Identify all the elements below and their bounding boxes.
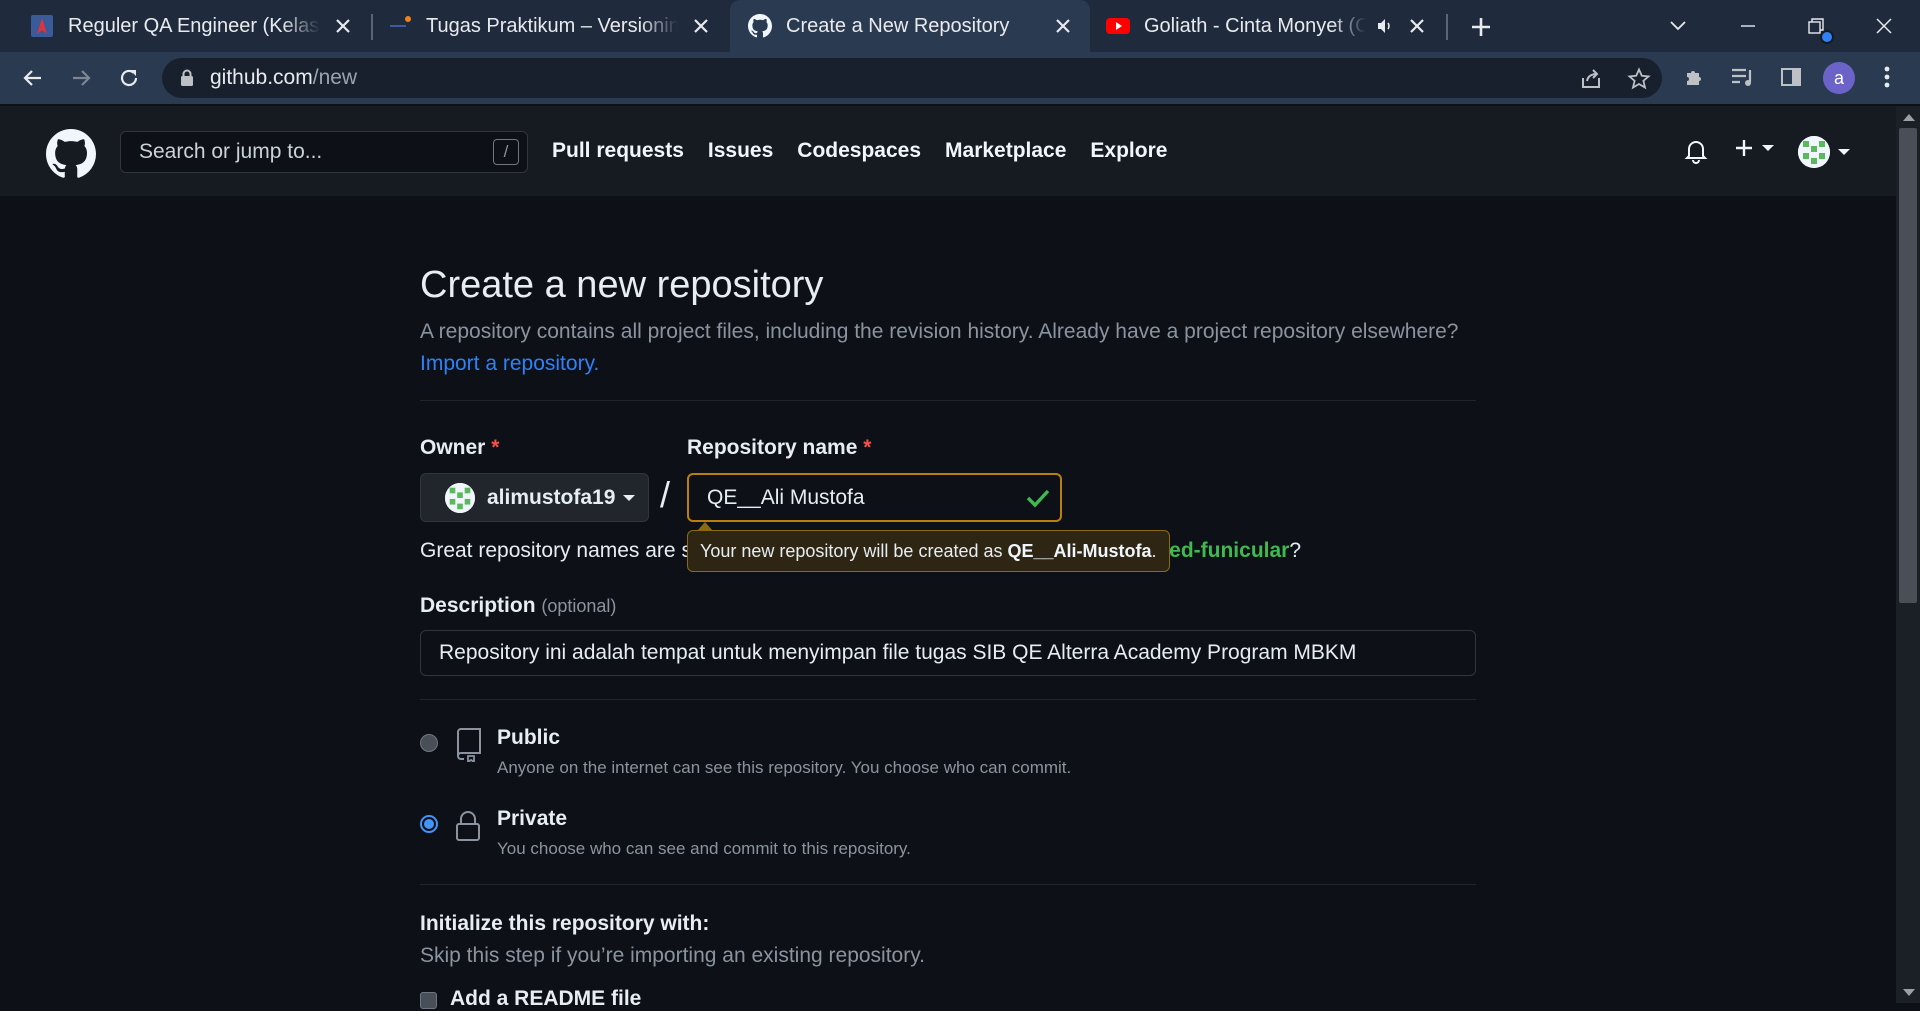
add-readme-checkbox[interactable] bbox=[420, 992, 437, 1009]
scroll-up-arrow-icon[interactable] bbox=[1902, 112, 1916, 122]
repo-book-icon bbox=[454, 728, 486, 762]
initialize-subtitle: Skip this step if you’re importing an ex… bbox=[420, 944, 926, 967]
divider bbox=[420, 400, 1476, 401]
close-tab-icon[interactable] bbox=[1404, 13, 1430, 39]
nav-codespaces[interactable]: Codespaces bbox=[797, 139, 921, 163]
youtube-icon bbox=[1106, 14, 1130, 38]
github-main-nav: Pull requests Issues Codespaces Marketpl… bbox=[552, 106, 1167, 196]
divider bbox=[420, 699, 1476, 700]
notifications-bell-icon[interactable] bbox=[1684, 138, 1708, 164]
share-icon[interactable] bbox=[1578, 66, 1604, 92]
public-description: Anyone on the internet can see this repo… bbox=[497, 758, 1072, 777]
document-dot-icon bbox=[388, 14, 412, 38]
scroll-down-arrow-icon[interactable] bbox=[1902, 988, 1916, 998]
reload-icon[interactable] bbox=[112, 61, 146, 95]
description-input[interactable]: Repository ini adalah tempat untuk menyi… bbox=[420, 630, 1476, 676]
close-tab-icon[interactable] bbox=[688, 13, 714, 39]
tab-title: Create a New Repository bbox=[786, 14, 1010, 37]
minimize-icon[interactable] bbox=[1730, 8, 1766, 44]
extensions-puzzle-icon[interactable] bbox=[1680, 62, 1710, 92]
owner-label: Owner * bbox=[420, 436, 500, 459]
tab-title: Goliath - Cinta Monyet (Offic bbox=[1144, 14, 1366, 37]
nav-marketplace[interactable]: Marketplace bbox=[945, 139, 1066, 163]
search-placeholder: Search or jump to... bbox=[139, 140, 323, 163]
close-window-icon[interactable] bbox=[1866, 8, 1902, 44]
divider bbox=[420, 884, 1476, 885]
new-tab-plus-icon[interactable] bbox=[1466, 12, 1496, 42]
browser-tab-active[interactable]: Create a New Repository bbox=[730, 0, 1090, 52]
create-new-plus-icon[interactable] bbox=[1734, 138, 1774, 158]
campus-icon bbox=[30, 14, 54, 38]
owner-repo-separator: / bbox=[660, 474, 671, 515]
forward-arrow-icon[interactable] bbox=[64, 61, 98, 95]
address-bar[interactable]: github.com/new bbox=[162, 58, 1662, 98]
nav-issues[interactable]: Issues bbox=[708, 139, 773, 163]
initialize-heading: Initialize this repository with: bbox=[420, 912, 710, 935]
tab-separator bbox=[1446, 14, 1448, 40]
tab-separator bbox=[371, 14, 373, 40]
repository-name-label: Repository name * bbox=[687, 436, 872, 459]
page-subtitle: A repository contains all project files,… bbox=[420, 320, 1459, 375]
github-search-input[interactable]: Search or jump to... / bbox=[120, 131, 528, 173]
owner-dropdown[interactable]: alimustofa19 bbox=[420, 473, 649, 522]
nav-explore[interactable]: Explore bbox=[1090, 139, 1167, 163]
browser-tab-4[interactable]: Goliath - Cinta Monyet (Offic bbox=[1092, 0, 1444, 52]
lock-icon bbox=[454, 810, 486, 844]
user-avatar bbox=[1798, 136, 1830, 168]
search-shortcut-key: / bbox=[493, 139, 519, 165]
description-value: Repository ini adalah tempat untuk menyi… bbox=[439, 641, 1357, 664]
github-icon bbox=[748, 14, 772, 38]
browser-tab-1[interactable]: Reguler QA Engineer (Kelas A, B, C bbox=[0, 0, 370, 52]
github-logo-icon[interactable] bbox=[46, 129, 96, 179]
close-tab-icon[interactable] bbox=[330, 13, 356, 39]
browser-tab-2[interactable]: Tugas Praktikum – Versioning Co bbox=[374, 0, 728, 52]
browser-menu-icon[interactable] bbox=[1872, 62, 1902, 92]
private-label[interactable]: Private bbox=[497, 807, 567, 831]
browser-profile-avatar[interactable]: a bbox=[1823, 62, 1855, 94]
checkmark-icon bbox=[1026, 487, 1050, 509]
public-radio[interactable] bbox=[420, 734, 438, 752]
speaker-icon[interactable] bbox=[1372, 13, 1398, 39]
caret-down-icon bbox=[623, 494, 636, 501]
scrollbar-thumb[interactable] bbox=[1899, 128, 1917, 603]
repository-name-tooltip: Your new repository will be created as Q… bbox=[687, 530, 1170, 572]
owner-value: alimustofa19 bbox=[487, 485, 616, 509]
bookmark-star-icon[interactable] bbox=[1626, 66, 1652, 92]
tab-title: Reguler QA Engineer (Kelas A, B, C bbox=[68, 14, 320, 37]
media-queue-icon[interactable] bbox=[1728, 62, 1758, 92]
tab-search-chevron-icon[interactable] bbox=[1660, 8, 1696, 44]
private-radio[interactable] bbox=[420, 815, 438, 833]
back-arrow-icon[interactable] bbox=[16, 61, 50, 95]
nav-pull-requests[interactable]: Pull requests bbox=[552, 139, 684, 163]
repository-name-value: QE__Ali Mustofa bbox=[707, 485, 865, 509]
side-panel-icon[interactable] bbox=[1776, 62, 1806, 92]
close-tab-icon[interactable] bbox=[1050, 13, 1076, 39]
public-label[interactable]: Public bbox=[497, 726, 560, 750]
lock-icon[interactable] bbox=[180, 69, 194, 87]
description-label: Description (optional) bbox=[420, 594, 617, 617]
url-text: github.com/new bbox=[210, 66, 358, 89]
private-description: You choose who can see and commit to thi… bbox=[497, 839, 911, 858]
add-readme-label[interactable]: Add a README file bbox=[450, 987, 641, 1011]
repository-name-input[interactable]: QE__Ali Mustofa bbox=[687, 473, 1062, 522]
notification-dot bbox=[1820, 30, 1834, 44]
import-repository-link[interactable]: Import a repository. bbox=[420, 352, 599, 375]
owner-avatar bbox=[445, 482, 475, 513]
github-header: Search or jump to... / Pull requests Iss… bbox=[0, 106, 1896, 196]
page-title: Create a new repository bbox=[420, 264, 824, 306]
user-menu[interactable] bbox=[1798, 136, 1850, 168]
tab-title: Tugas Praktikum – Versioning Co bbox=[426, 14, 678, 37]
browser-tab-strip: Reguler QA Engineer (Kelas A, B, C Tugas… bbox=[0, 0, 1920, 52]
